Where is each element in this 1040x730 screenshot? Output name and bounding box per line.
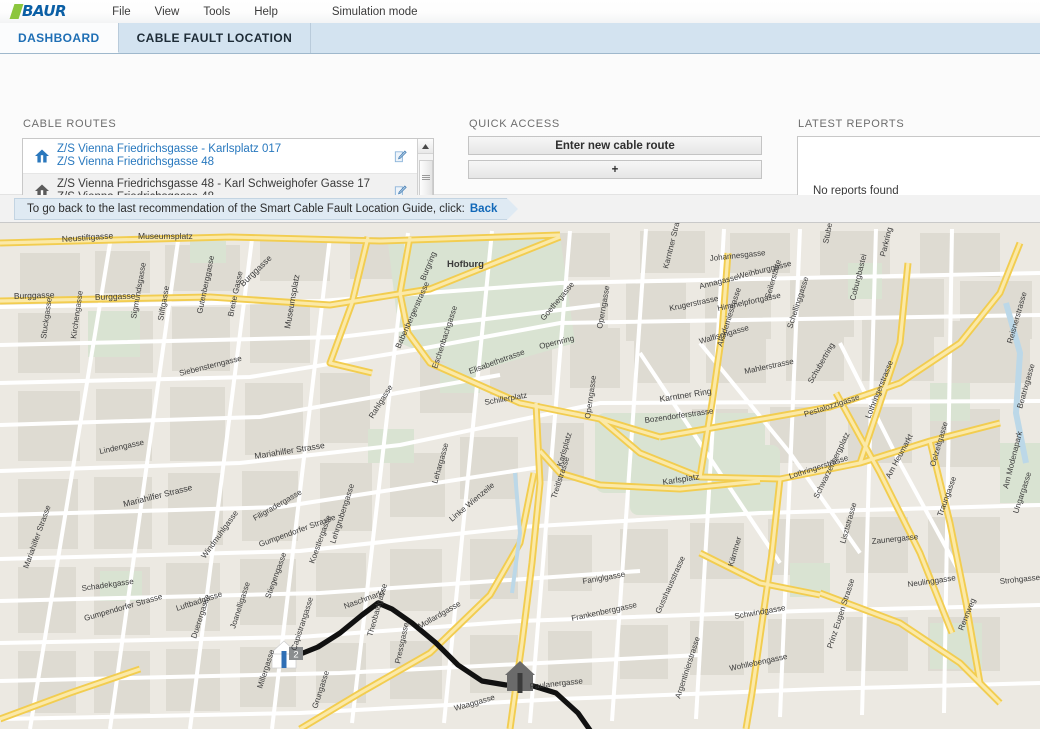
map-view[interactable]: 2 Neustiftgasse Museumsplatz Burggasse Burg… — [0, 223, 1040, 729]
menu-help[interactable]: Help — [242, 0, 290, 24]
latest-reports-header: LATEST REPORTS — [798, 118, 905, 130]
quick-access-panel: Enter new cable route + — [468, 136, 762, 184]
map-canvas[interactable]: 2 Neustiftgasse MuseumsplatzBurggasse Burg… — [0, 223, 1040, 729]
application-window: BAUR File View Tools Help Simulation mod… — [0, 0, 1040, 730]
logo-text: BAUR — [22, 2, 67, 20]
menu-bar: BAUR File View Tools Help Simulation mod… — [0, 0, 1040, 24]
dashboard-panels: CABLE ROUTES Z/S Vienna Friedrichsgasse … — [0, 54, 1040, 242]
enter-new-cable-route-button[interactable]: Enter new cable route — [468, 136, 762, 155]
scrollbar-grip-icon — [421, 175, 430, 181]
tab-cable-fault-location[interactable]: CABLE FAULT LOCATION — [118, 23, 312, 53]
map-label: Museumsplatz — [138, 231, 193, 241]
guide-info-text: To go back to the last recommendation of… — [27, 202, 465, 215]
menu-view[interactable]: View — [143, 0, 192, 24]
cable-route-title: Z/S Vienna Friedrichsgasse - Karlsplatz … — [57, 143, 282, 155]
map-label: Hofburg — [447, 259, 484, 270]
tab-bar-filler — [311, 23, 1040, 53]
menu-simulation-mode[interactable]: Simulation mode — [320, 0, 430, 24]
tab-bar: DASHBOARD CABLE FAULT LOCATION — [0, 23, 1040, 54]
edit-icon[interactable] — [389, 149, 411, 164]
cable-route-row-1[interactable]: Z/S Vienna Friedrichsgasse - Karlsplatz … — [23, 139, 417, 174]
menu-file[interactable]: File — [100, 0, 143, 24]
scrollbar-thumb[interactable] — [418, 160, 433, 196]
guide-info-bar: To go back to the last recommendation of… — [0, 195, 1040, 223]
cable-route-texts: Z/S Vienna Friedrichsgasse - Karlsplatz … — [53, 143, 389, 169]
scroll-up-icon[interactable] — [417, 139, 433, 154]
back-link[interactable]: Back — [470, 203, 498, 215]
tab-dashboard[interactable]: DASHBOARD — [0, 23, 119, 53]
menu-tools[interactable]: Tools — [191, 0, 242, 24]
map-label: Burggasse — [95, 291, 136, 302]
cable-route-subtitle: Z/S Vienna Friedrichsgasse 48 — [57, 156, 215, 168]
add-quick-access-button[interactable]: + — [468, 160, 762, 179]
chip-arrow-icon — [507, 197, 519, 220]
cable-routes-header: CABLE ROUTES — [23, 118, 117, 130]
house-icon — [31, 148, 53, 164]
cable-route-title: Z/S Vienna Friedrichsgasse 48 - Karl Sch… — [57, 178, 370, 190]
quick-access-header: QUICK ACCESS — [469, 118, 560, 130]
guide-info-chip: To go back to the last recommendation of… — [14, 197, 520, 220]
baur-logo: BAUR — [9, 2, 67, 20]
